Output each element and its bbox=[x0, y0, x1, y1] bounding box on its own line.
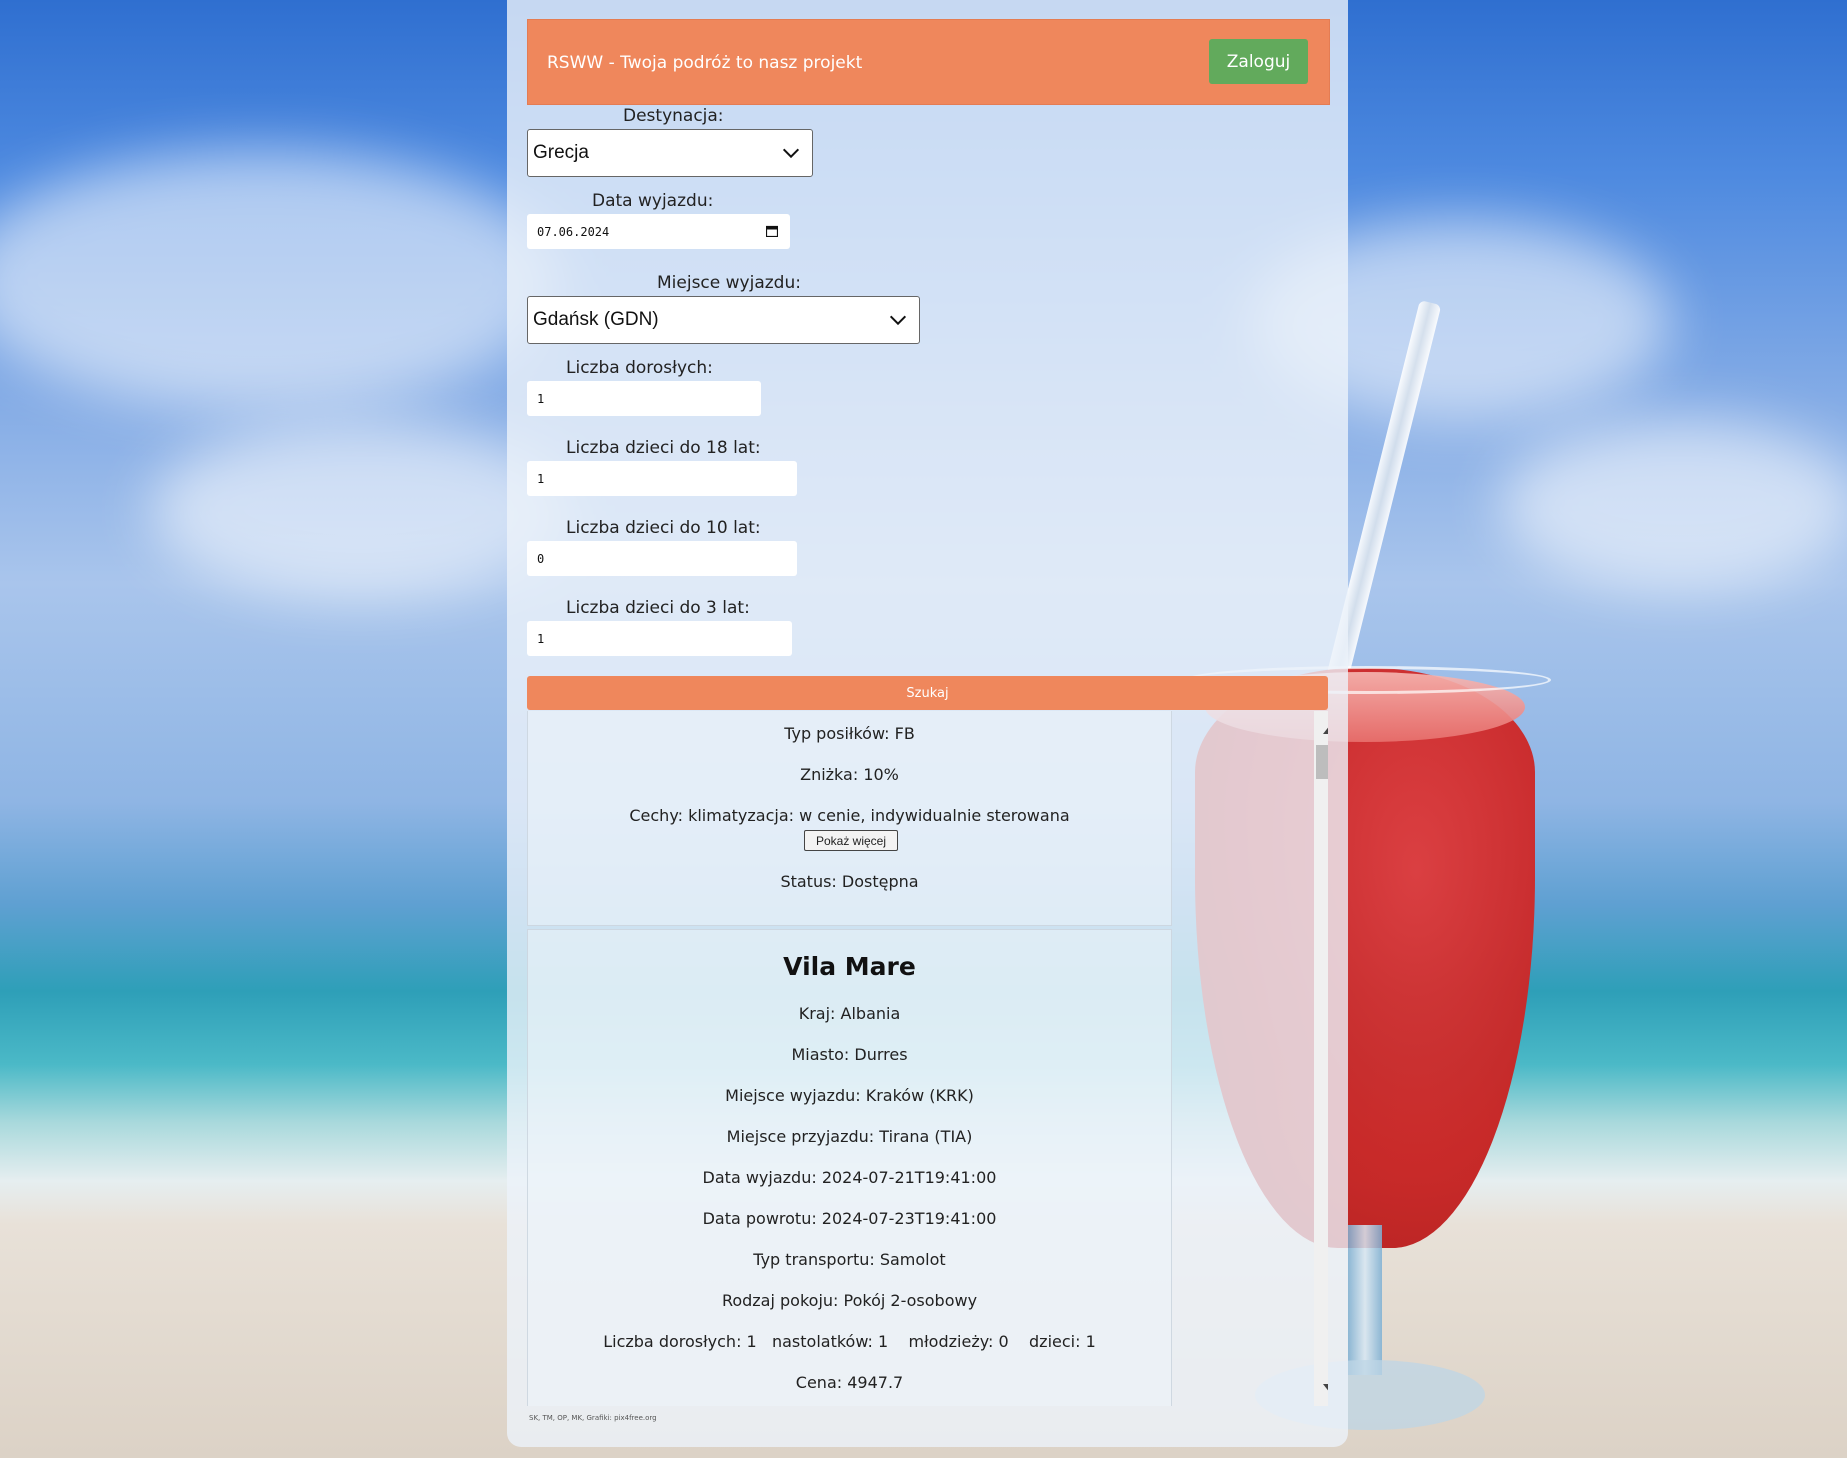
departure-place-value: Gdańsk (GDN) bbox=[533, 309, 659, 330]
city-text: Miasto: Durres bbox=[791, 1045, 908, 1064]
departure-date-text: Data wyjazdu: 2024-07-21T19:41:00 bbox=[702, 1168, 997, 1187]
cloud bbox=[1500, 420, 1847, 590]
kids18-input[interactable]: 1 bbox=[527, 461, 797, 496]
kids3-value: 1 bbox=[537, 631, 545, 646]
glass-stem bbox=[1348, 1225, 1382, 1375]
kids18-label: Liczba dzieci do 18 lat: bbox=[566, 438, 761, 458]
return-date-text: Data powrotu: 2024-07-23T19:41:00 bbox=[702, 1209, 997, 1228]
destination-label: Destynacja: bbox=[623, 106, 724, 126]
result-card: Typ posiłków: FB Zniżka: 10% Cechy: klim… bbox=[527, 711, 1172, 926]
room-text: Rodzaj pokoju: Pokój 2-osobowy bbox=[721, 1291, 978, 1310]
main-panel: RSWW - Twoja podróż to nasz projekt Zalo… bbox=[507, 0, 1348, 1447]
adults-input[interactable]: 1 bbox=[527, 381, 761, 416]
kids10-input[interactable]: 0 bbox=[527, 541, 797, 576]
departure-date-label: Data wyjazdu: bbox=[592, 191, 714, 211]
top-bar: RSWW - Twoja podróż to nasz projekt Zalo… bbox=[527, 19, 1330, 105]
departure-place-select[interactable]: Gdańsk (GDN) bbox=[527, 296, 920, 344]
departure-date-input[interactable]: 07.06.2024 bbox=[527, 214, 790, 249]
calendar-icon[interactable] bbox=[766, 225, 778, 237]
departure-date-value: 07.06.2024 bbox=[537, 224, 610, 239]
results-scrollbar[interactable] bbox=[1314, 711, 1328, 1406]
meals-text: Typ posiłków: FB bbox=[784, 724, 915, 743]
results-list[interactable]: Typ posiłków: FB Zniżka: 10% Cechy: klim… bbox=[527, 711, 1328, 1406]
kids3-label: Liczba dzieci do 3 lat: bbox=[566, 598, 750, 618]
adults-label: Liczba dorosłych: bbox=[566, 358, 713, 378]
footer-credits: SK, TM, OP, MK, Grafiki: pix4free.org bbox=[529, 1414, 657, 1422]
kids10-value: 0 bbox=[537, 551, 545, 566]
kids3-input[interactable]: 1 bbox=[527, 621, 792, 656]
login-button[interactable]: Zaloguj bbox=[1209, 39, 1308, 84]
arrival-place-text: Miejsce przyjazdu: Tirana (TIA) bbox=[726, 1127, 973, 1146]
transport-text: Typ transportu: Samolot bbox=[753, 1250, 946, 1269]
chevron-down-icon bbox=[782, 148, 800, 159]
hotel-name: Vila Mare bbox=[783, 952, 916, 981]
departure-place-text: Miejsce wyjazdu: Kraków (KRK) bbox=[725, 1086, 974, 1105]
scrollbar-thumb[interactable] bbox=[1316, 745, 1328, 779]
caret-down-icon bbox=[1323, 1383, 1328, 1390]
features-text: Cechy: klimatyzacja: w cenie, indywidual… bbox=[629, 806, 1070, 825]
cloud bbox=[0, 150, 560, 410]
status-text: Status: Dostępna bbox=[780, 872, 919, 891]
brand-title: RSWW - Twoja podróż to nasz projekt bbox=[547, 53, 863, 73]
kids10-label: Liczba dzieci do 10 lat: bbox=[566, 518, 761, 538]
departure-place-label: Miejsce wyjazdu: bbox=[657, 273, 801, 293]
destination-value: Grecja bbox=[533, 142, 589, 163]
price-text: Cena: 4947.7 bbox=[795, 1373, 904, 1392]
scroll-up-arrow[interactable] bbox=[1314, 717, 1328, 741]
result-card: Vila Mare Kraj: Albania Miasto: Durres M… bbox=[527, 929, 1172, 1406]
caret-up-icon bbox=[1323, 727, 1328, 734]
destination-select[interactable]: Grecja bbox=[527, 129, 813, 177]
scroll-down-arrow[interactable] bbox=[1314, 1376, 1328, 1400]
country-text: Kraj: Albania bbox=[798, 1004, 901, 1023]
counts-text: Liczba dorosłych: 1 nastolatków: 1 młodz… bbox=[603, 1332, 1096, 1351]
discount-text: Zniżka: 10% bbox=[800, 765, 899, 784]
adults-value: 1 bbox=[537, 391, 545, 406]
show-more-button[interactable]: Pokaż więcej bbox=[804, 830, 898, 851]
chevron-down-icon bbox=[889, 315, 907, 326]
kids18-value: 1 bbox=[537, 471, 545, 486]
search-button[interactable]: Szukaj bbox=[527, 676, 1328, 710]
